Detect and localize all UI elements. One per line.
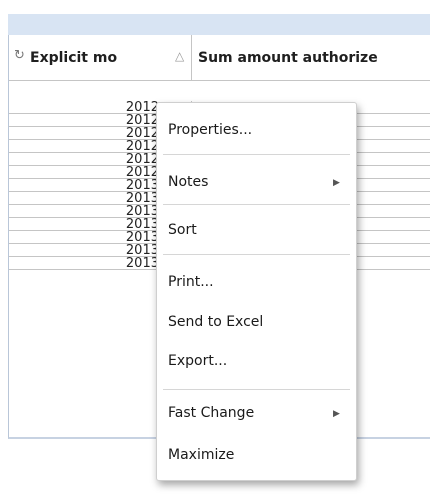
menu-item-print[interactable]: Print... [168,274,214,290]
column-header-sum-amount[interactable]: Sum amount authorize [192,35,430,80]
menu-separator [163,154,350,155]
top-band [0,0,430,5]
header-filler [9,71,192,80]
triangle-right-icon: ▶ [333,409,340,419]
menu-item-sort[interactable]: Sort [168,222,197,238]
table-header: ↻ Explicit mo △ Sum amount authorize [9,35,430,81]
menu-item-notes[interactable]: Notes [168,174,208,190]
menu-separator [163,254,350,255]
triangle-right-icon: ▶ [333,178,340,188]
menu-item-send-to-excel[interactable]: Send to Excel [168,314,263,330]
menu-separator [163,204,350,205]
context-menu: Properties... Notes ▶ Sort Print... Send… [156,102,357,481]
menu-item-export[interactable]: Export... [168,353,227,369]
object-caption-bar[interactable] [8,14,430,36]
refresh-icon[interactable]: ↻ [14,48,25,63]
menu-item-fast-change[interactable]: Fast Change [168,405,254,421]
sort-triangle-icon[interactable]: △ [175,49,184,63]
menu-item-properties[interactable]: Properties... [168,122,252,138]
column-header-label: Explicit mo [30,50,118,66]
menu-item-maximize[interactable]: Maximize [168,447,234,463]
column-header-label: Sum amount authorize [198,50,378,66]
menu-separator [163,389,350,390]
